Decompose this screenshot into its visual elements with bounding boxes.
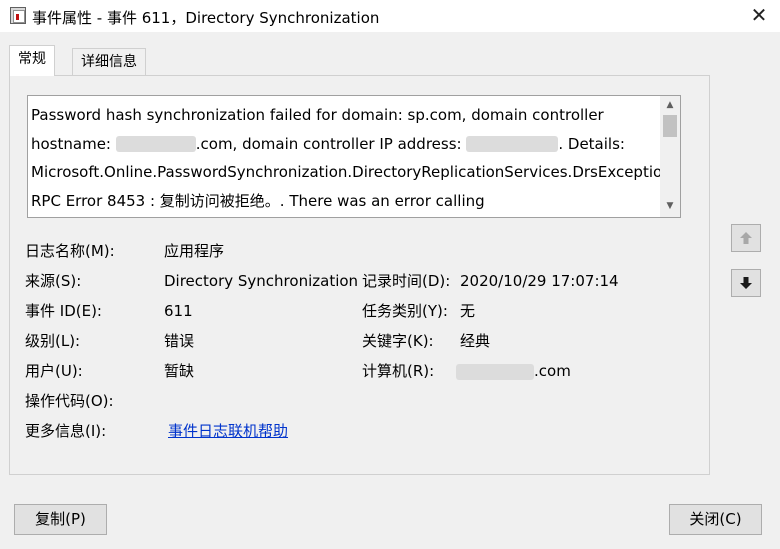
- more-info-label: 更多信息(I):: [25, 422, 107, 440]
- log-name-label: 日志名称(M):: [25, 242, 115, 260]
- description-line-2b: .com, domain controller IP address:: [195, 134, 467, 153]
- arrow-up-icon: [740, 232, 752, 244]
- window-title: 事件属性 - 事件 611，Directory Synchronization: [32, 9, 380, 27]
- description-scrollbar[interactable]: ▲ ▼: [660, 96, 680, 217]
- redacted-computer-name: [456, 363, 534, 380]
- computer-label: 计算机(R):: [362, 362, 435, 380]
- log-name-value: 应用程序: [164, 242, 225, 260]
- description-textbox[interactable]: Password hash synchronization failed for…: [27, 95, 681, 218]
- keywords-label: 关键字(K):: [362, 332, 434, 350]
- event-viewer-icon: [10, 7, 26, 24]
- tab-general[interactable]: 常规: [9, 45, 55, 76]
- opcode-label: 操作代码(O):: [25, 392, 114, 410]
- source-value: Directory Synchronization: [164, 272, 359, 290]
- level-label: 级别(L):: [25, 332, 81, 350]
- description-line-4: RPC Error 8453 : 复制访问被拒绝。. There was an …: [31, 191, 485, 210]
- scroll-up-arrow-icon[interactable]: ▲: [660, 98, 680, 112]
- event-id-value: 611: [164, 302, 193, 320]
- previous-event-button[interactable]: [731, 224, 761, 252]
- scroll-down-arrow-icon[interactable]: ▼: [660, 199, 680, 213]
- description-line-2a: hostname:: [31, 134, 116, 153]
- redacted-ip: [466, 136, 559, 152]
- computer-value: .com: [456, 362, 571, 380]
- description-line-2c: . Details:: [558, 134, 625, 153]
- task-category-label: 任务类别(Y):: [362, 302, 448, 320]
- tab-details[interactable]: 详细信息: [72, 48, 146, 76]
- redacted-hostname: [115, 136, 196, 152]
- event-id-label: 事件 ID(E):: [25, 302, 102, 320]
- copy-button[interactable]: 复制(P): [14, 504, 107, 535]
- close-icon[interactable]: ✕: [748, 4, 770, 26]
- description-text: Password hash synchronization failed for…: [31, 101, 677, 215]
- logged-value: 2020/10/29 17:07:14: [460, 272, 619, 290]
- source-label: 来源(S):: [25, 272, 82, 290]
- scroll-thumb[interactable]: [663, 115, 677, 137]
- user-label: 用户(U):: [25, 362, 83, 380]
- close-button[interactable]: 关闭(C): [669, 504, 762, 535]
- next-event-button[interactable]: [731, 269, 761, 297]
- keywords-value: 经典: [460, 332, 491, 350]
- description-line-1: Password hash synchronization failed for…: [31, 106, 604, 124]
- online-help-link[interactable]: 事件日志联机帮助: [168, 422, 288, 440]
- task-category-value: 无: [460, 302, 476, 320]
- description-line-3: Microsoft.Online.PasswordSynchronization…: [31, 163, 677, 181]
- user-value: 暂缺: [164, 362, 195, 380]
- title-bar: 事件属性 - 事件 611，Directory Synchronization …: [0, 0, 780, 32]
- logged-label: 记录时间(D):: [362, 272, 451, 290]
- level-value: 错误: [164, 332, 195, 350]
- arrow-down-icon: [740, 277, 752, 289]
